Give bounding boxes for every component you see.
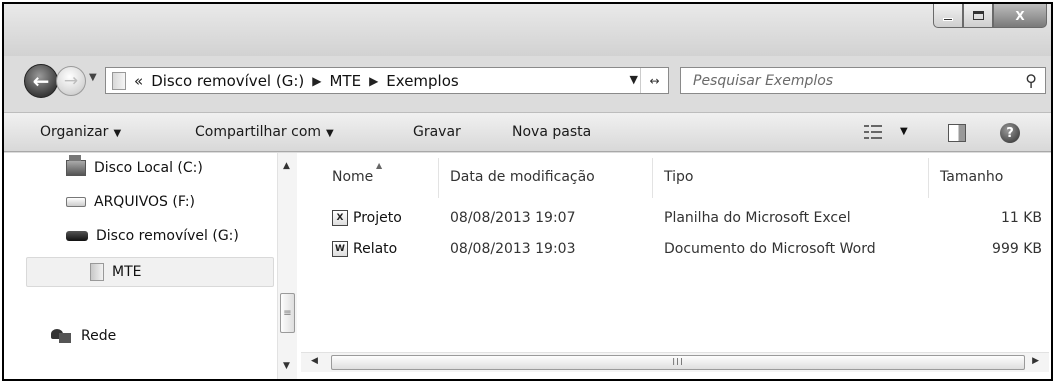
maximize-icon <box>972 11 984 20</box>
scroll-thumb[interactable]: ≡ <box>280 293 295 333</box>
drive-icon <box>66 197 86 207</box>
navigation-pane: Disco Local (C:) ARQUIVOS (F:) Disco rem… <box>4 153 300 379</box>
file-size: 11 KB <box>1000 210 1042 226</box>
word-file-icon: W <box>332 241 348 257</box>
column-divider[interactable] <box>928 158 929 198</box>
folder-icon <box>112 71 126 90</box>
address-dropdown-icon[interactable]: ▼ <box>630 73 638 86</box>
file-date: 08/08/2013 19:03 <box>450 241 576 257</box>
file-size: 999 KB <box>992 241 1042 257</box>
minimize-icon <box>943 18 953 21</box>
recent-pages-dropdown[interactable]: ▼ <box>89 72 97 83</box>
scroll-thumb[interactable]: III <box>331 355 1025 370</box>
back-button[interactable]: ← <box>24 64 58 98</box>
minimize-button[interactable] <box>933 4 963 28</box>
sort-ascending-icon: ▲ <box>376 161 383 170</box>
file-date: 08/08/2013 19:07 <box>450 210 576 226</box>
column-header-tipo[interactable]: Tipo <box>664 169 693 185</box>
column-header-nome[interactable]: Nome <box>332 169 373 185</box>
nav-item-arquivos-f[interactable]: ARQUIVOS (F:) <box>66 189 195 215</box>
maximize-button[interactable] <box>963 4 993 28</box>
nav-vertical-scrollbar[interactable]: ▲ ≡ ▼ <box>277 153 297 379</box>
nav-item-label: Rede <box>81 328 117 344</box>
breadcrumb-separator-icon[interactable]: ▶ <box>312 74 321 88</box>
chevron-down-icon: ▼ <box>113 128 122 139</box>
chevron-down-icon: ▼ <box>326 128 334 139</box>
file-name[interactable]: Relato <box>353 241 397 257</box>
breadcrumb-disco-removivel[interactable]: Disco removível (G:) <box>151 72 304 90</box>
column-header-data-modificacao[interactable]: Data de modificação <box>450 169 595 185</box>
local-disk-icon <box>66 155 86 176</box>
title-bar: X <box>4 4 1051 56</box>
file-name[interactable]: Projeto <box>353 210 402 226</box>
column-header-label: Nome <box>332 169 374 185</box>
file-list-pane: Nome ▲ Data de modificação Tipo Tamanho … <box>301 153 1051 379</box>
column-divider[interactable] <box>438 158 439 198</box>
search-box[interactable]: ⚲ <box>680 67 1046 94</box>
change-view-icon[interactable] <box>864 124 882 140</box>
folder-icon <box>90 263 104 281</box>
scroll-left-icon[interactable]: ◀ <box>311 356 318 366</box>
close-button[interactable]: X <box>993 4 1047 28</box>
search-icon[interactable]: ⚲ <box>1025 71 1037 90</box>
nav-item-label: MTE <box>112 264 142 280</box>
caption-buttons: X <box>933 4 1047 28</box>
share-with-label: Compartilhar com <box>195 124 322 140</box>
breadcrumb-separator-icon[interactable]: ▶ <box>369 74 378 88</box>
nav-item-rede[interactable]: Rede <box>51 323 116 349</box>
organize-label: Organizar <box>40 124 109 140</box>
search-input[interactable] <box>693 72 993 89</box>
burn-button[interactable]: Gravar <box>413 124 461 140</box>
organize-button[interactable]: Organizar ▼ <box>40 124 121 140</box>
network-icon <box>51 327 73 345</box>
address-bar[interactable]: « Disco removível (G:) ▶ MTE ▶ Exemplos … <box>105 67 669 94</box>
horizontal-scrollbar[interactable]: ◀ III ▶ <box>301 352 1049 372</box>
forward-arrow-icon: → <box>63 71 79 91</box>
share-with-button[interactable]: Compartilhar com ▼ <box>195 124 334 140</box>
breadcrumb-exemplos[interactable]: Exemplos <box>386 72 458 90</box>
file-type: Documento do Microsoft Word <box>664 241 876 257</box>
forward-button[interactable]: → <box>56 66 86 96</box>
removable-drive-icon <box>66 231 88 241</box>
nav-item-disco-removivel-g[interactable]: Disco removível (G:) <box>66 223 239 249</box>
file-type: Planilha do Microsoft Excel <box>664 210 851 226</box>
nav-item-disco-local-c[interactable]: Disco Local (C:) <box>66 155 203 181</box>
column-header-tamanho[interactable]: Tamanho <box>940 169 1003 185</box>
content-area: Disco Local (C:) ARQUIVOS (F:) Disco rem… <box>4 153 1051 379</box>
column-divider[interactable] <box>652 158 653 198</box>
preview-pane-icon[interactable] <box>948 124 966 142</box>
address-overflow-chevrons[interactable]: « <box>134 72 143 90</box>
excel-file-icon: X <box>332 210 348 226</box>
refresh-icon[interactable]: ↔ <box>640 68 668 93</box>
nav-item-label: Disco Local (C:) <box>94 160 203 176</box>
scroll-down-icon[interactable]: ▼ <box>283 361 290 371</box>
help-icon[interactable]: ? <box>1000 123 1020 143</box>
selected-highlight <box>26 257 274 287</box>
scroll-right-icon[interactable]: ▶ <box>1032 356 1039 366</box>
nav-item-label: Disco removível (G:) <box>96 228 239 244</box>
back-arrow-icon: ← <box>32 69 50 93</box>
new-folder-button[interactable]: Nova pasta <box>512 124 591 140</box>
scroll-up-icon[interactable]: ▲ <box>283 161 290 171</box>
nav-item-label: ARQUIVOS (F:) <box>94 194 195 210</box>
command-bar: Organizar ▼ Compartilhar com ▼ Gravar Nova… <box>4 112 1051 152</box>
nav-item-mte[interactable]: MTE <box>90 259 141 285</box>
view-dropdown-icon[interactable]: ▼ <box>900 126 908 137</box>
breadcrumb-mte[interactable]: MTE <box>329 72 361 90</box>
navigation-row: ← → ▼ « Disco removível (G:) ▶ MTE ▶ Exe… <box>4 60 1051 100</box>
explorer-window: X ← → ▼ « Disco removível (G:) ▶ MTE ▶ E… <box>2 2 1053 381</box>
